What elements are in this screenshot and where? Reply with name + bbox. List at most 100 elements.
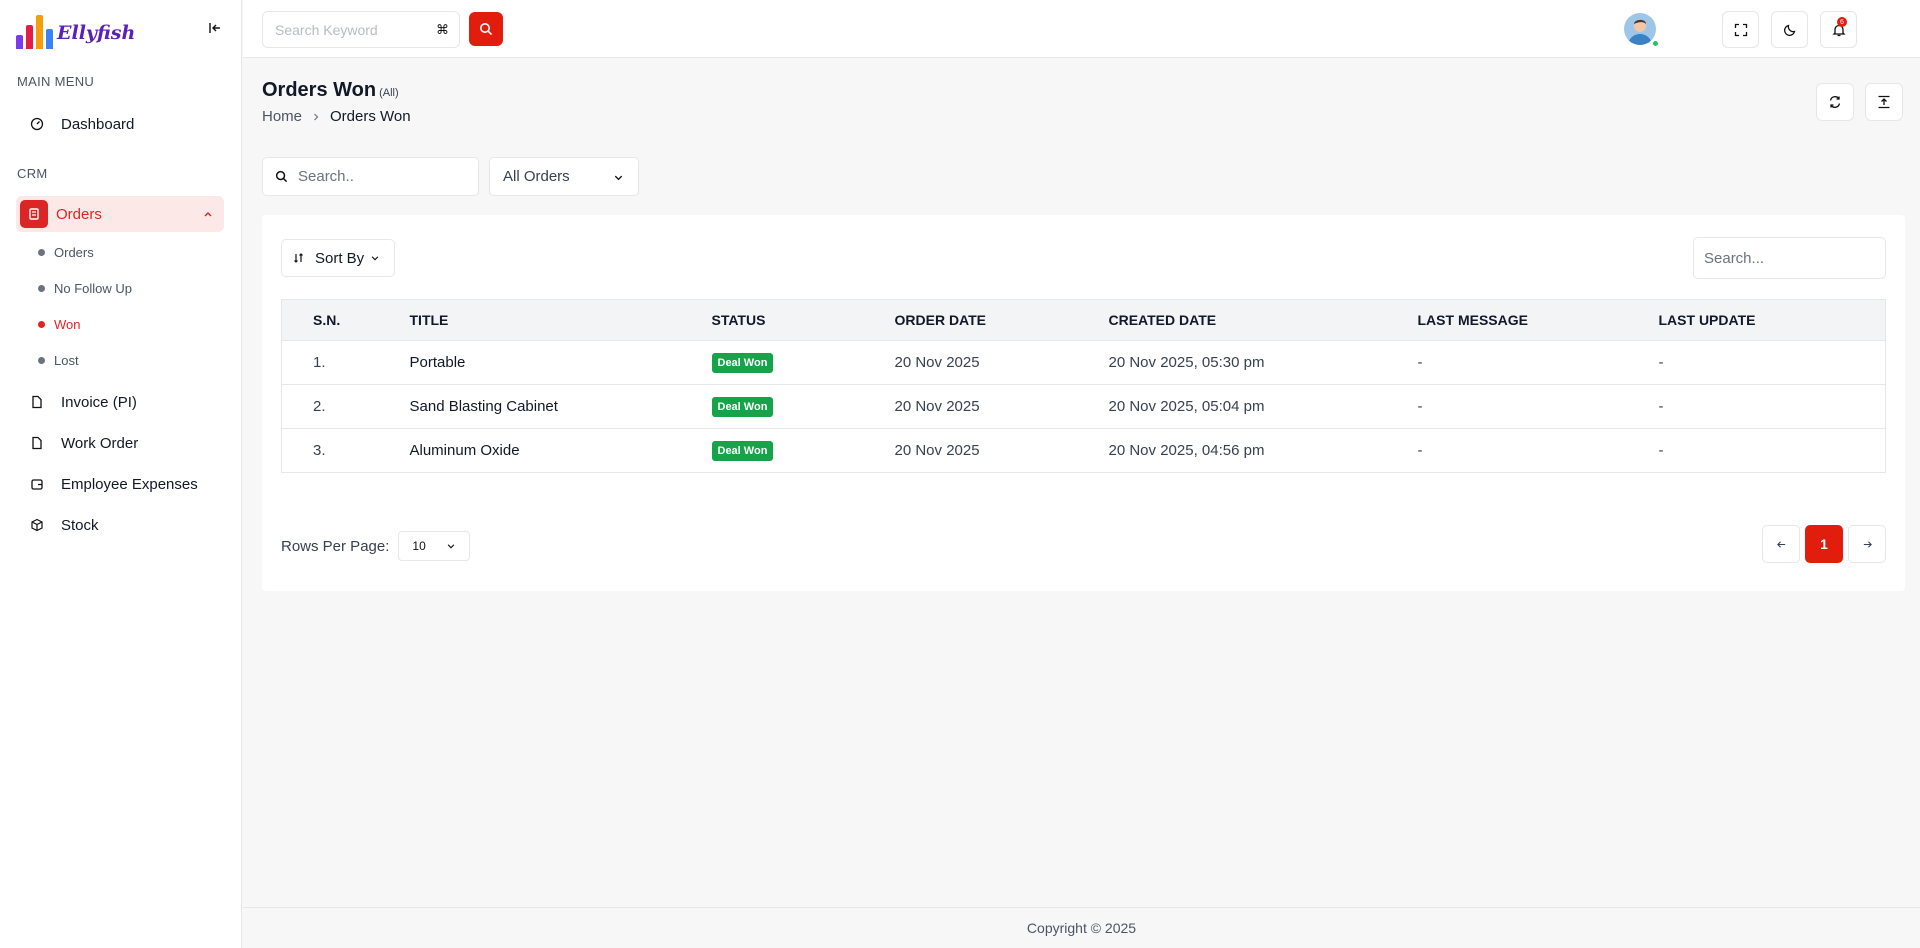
chevron-right-icon: [314, 113, 319, 120]
next-page-button[interactable]: [1848, 525, 1886, 563]
cell-created-date: 20 Nov 2025, 05:04 pm: [1108, 384, 1418, 429]
status-badge: Deal Won: [711, 440, 774, 461]
column-header-sn[interactable]: S.N.: [281, 299, 410, 341]
filter-search[interactable]: [262, 157, 479, 196]
column-header-order-date[interactable]: ORDER DATE: [894, 299, 1109, 341]
export-button[interactable]: [1865, 83, 1903, 121]
brand[interactable]: Ellyfish: [0, 0, 241, 58]
breadcrumb-home[interactable]: Home: [262, 108, 302, 125]
sidebar-subitem-label: Lost: [54, 353, 79, 368]
sidebar-subitem-won[interactable]: Won: [38, 317, 81, 332]
cell-created-date: 20 Nov 2025, 04:56 pm: [1108, 428, 1418, 473]
cell-order-date: 20 Nov 2025: [894, 384, 1109, 429]
sidebar-item-stock[interactable]: Stock: [16, 507, 224, 543]
table-search[interactable]: [1693, 237, 1886, 279]
export-icon: [1878, 95, 1890, 109]
table-row[interactable]: 3. Aluminum Oxide Deal Won 20 Nov 2025 2…: [281, 428, 1886, 473]
status-badge: Deal Won: [711, 396, 774, 417]
chevron-up-icon: [202, 207, 214, 224]
rows-per-page: Rows Per Page: 10: [281, 531, 471, 561]
page-title-text: Orders Won: [262, 79, 377, 101]
search-icon: [275, 170, 288, 183]
cell-sn: 1.: [281, 340, 410, 385]
search-icon: [480, 23, 493, 36]
main-menu-label: MAIN MENU: [17, 74, 95, 89]
refresh-icon: [1829, 96, 1841, 108]
cell-title[interactable]: Portable: [409, 340, 712, 385]
online-status-icon: [1651, 39, 1660, 48]
notification-badge: 6: [1837, 17, 1847, 27]
file-icon: [28, 393, 46, 411]
orders-table: S.N. TITLE STATUS ORDER DATE CREATED DAT…: [281, 299, 1886, 473]
orders-card: Sort By S.N. TITLE STATUS ORDER DATE CRE…: [262, 215, 1905, 591]
dark-mode-button[interactable]: [1771, 11, 1808, 48]
sidebar-subitem-no-follow-up[interactable]: No Follow Up: [38, 281, 132, 296]
column-header-created-date[interactable]: CREATED DATE: [1108, 299, 1418, 341]
page-title-suffix: (All): [379, 87, 399, 99]
search-button[interactable]: [469, 12, 503, 46]
crm-label: CRM: [17, 166, 48, 181]
sidebar-item-label: Stock: [61, 516, 99, 534]
chevron-down-icon: [371, 256, 379, 261]
arrow-left-icon: [1776, 540, 1785, 548]
sort-icon: [294, 253, 303, 263]
bullet-icon: [38, 285, 45, 292]
topbar: ⌘ 6: [243, 0, 1920, 58]
notifications-button[interactable]: 6: [1820, 11, 1857, 48]
rows-per-page-label: Rows Per Page:: [281, 537, 390, 555]
sidebar-item-label: Employee Expenses: [61, 475, 198, 493]
bullet-icon: [38, 249, 45, 256]
cell-created-date: 20 Nov 2025, 05:30 pm: [1108, 340, 1418, 385]
column-header-title[interactable]: TITLE: [409, 299, 712, 341]
sort-by-button[interactable]: Sort By: [281, 239, 395, 277]
orders-filter-select[interactable]: All Orders: [489, 157, 639, 196]
rows-per-page-value: 10: [412, 539, 426, 553]
arrow-right-icon: [1863, 540, 1872, 548]
wallet-icon: [28, 475, 46, 493]
status-badge: Deal Won: [711, 352, 774, 373]
fullscreen-button[interactable]: [1722, 11, 1759, 48]
cell-status: Deal Won: [711, 340, 895, 385]
column-header-last-update[interactable]: LAST UPDATE: [1658, 299, 1886, 341]
breadcrumb: Home Orders Won: [262, 108, 411, 125]
sidebar-item-orders[interactable]: Orders: [16, 196, 224, 232]
sidebar-item-label: Work Order: [61, 434, 139, 452]
footer: Copyright © 2025: [243, 907, 1920, 948]
table-row[interactable]: 2. Sand Blasting Cabinet Deal Won 20 Nov…: [281, 384, 1886, 429]
cell-last-message: -: [1417, 384, 1659, 429]
fullscreen-icon: [1734, 23, 1747, 36]
moon-icon: [1783, 24, 1795, 36]
sidebar-item-dashboard[interactable]: Dashboard: [16, 106, 224, 142]
cell-last-update: -: [1658, 428, 1886, 473]
rows-per-page-select[interactable]: 10: [398, 531, 471, 561]
refresh-button[interactable]: [1816, 83, 1854, 121]
dashboard-icon: [28, 115, 46, 133]
sidebar-subitem-lost[interactable]: Lost: [38, 353, 79, 368]
filter-search-input[interactable]: [298, 168, 468, 185]
chevron-down-icon: [448, 544, 455, 549]
sidebar-item-label: Dashboard: [61, 115, 135, 133]
page-button-current[interactable]: 1: [1805, 525, 1843, 563]
breadcrumb-current: Orders Won: [330, 108, 411, 125]
cell-title[interactable]: Sand Blasting Cabinet: [409, 384, 712, 429]
sidebar-item-work-order[interactable]: Work Order: [16, 425, 224, 461]
sidebar-item-label: Orders: [56, 205, 102, 223]
sidebar-subitem-orders[interactable]: Orders: [38, 245, 94, 260]
collapse-sidebar-icon[interactable]: [205, 18, 225, 38]
chevron-down-icon: [614, 175, 623, 181]
prev-page-button[interactable]: [1762, 525, 1800, 563]
global-search-input[interactable]: [275, 21, 425, 38]
cell-last-update: -: [1658, 340, 1886, 385]
table-row[interactable]: 1. Portable Deal Won 20 Nov 2025 20 Nov …: [281, 340, 1886, 385]
global-search[interactable]: ⌘: [262, 11, 460, 48]
table-search-input[interactable]: [1704, 249, 1874, 267]
column-header-last-message[interactable]: LAST MESSAGE: [1417, 299, 1659, 341]
sidebar-item-label: Invoice (PI): [61, 393, 137, 411]
sidebar-item-employee-expenses[interactable]: Employee Expenses: [16, 466, 224, 502]
cell-title[interactable]: Aluminum Oxide: [409, 428, 712, 473]
sidebar-item-invoice[interactable]: Invoice (PI): [16, 384, 224, 420]
sidebar-subitem-label: Orders: [54, 245, 94, 260]
column-header-status[interactable]: STATUS: [711, 299, 895, 341]
sidebar-subitem-label: No Follow Up: [54, 281, 133, 296]
bullet-icon: [38, 357, 45, 364]
